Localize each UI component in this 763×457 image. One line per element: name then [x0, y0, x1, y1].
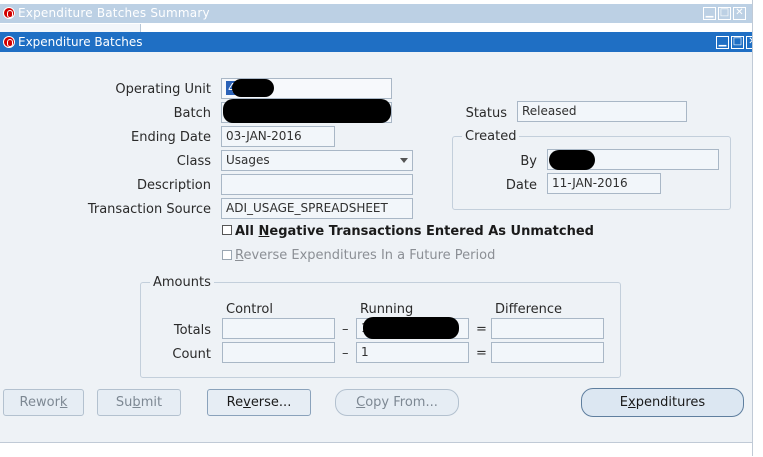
reverse-label-suffix: everse Expenditures In a Future Period	[243, 248, 496, 263]
class-select[interactable]: Usages	[221, 150, 413, 171]
amounts-group-label: Amounts	[150, 275, 214, 290]
reverse-accelerator: v	[243, 395, 251, 410]
oracle-logo-icon	[3, 36, 15, 48]
maximize-icon[interactable]: □	[718, 7, 731, 20]
reverse-label-prefix: Re	[226, 395, 244, 410]
redaction-mark	[363, 317, 459, 339]
expenditures-accelerator: x	[627, 395, 636, 410]
created-date-label: Date	[505, 178, 537, 193]
batch-label: Batch	[173, 106, 211, 121]
submit-label-prefix: Su	[115, 395, 133, 410]
close-icon[interactable]: ✕	[733, 7, 746, 20]
rework-label: Rewor	[19, 395, 60, 410]
submit-button[interactable]: Submit	[97, 389, 181, 416]
negative-transactions-label[interactable]: All Negative Transactions Entered As Unm…	[235, 224, 594, 239]
batch-window-title: Expenditure Batches	[18, 35, 143, 49]
created-group-label: Created	[462, 129, 520, 144]
negative-label-accelerator: N	[258, 224, 270, 239]
ending-date-field[interactable]: 03-JAN-2016	[221, 126, 335, 147]
negative-transactions-checkbox[interactable]	[222, 225, 232, 235]
minimize-icon[interactable]: ▁	[703, 7, 716, 20]
reverse-button[interactable]: Reverse...	[207, 389, 311, 416]
batch-window-titlebar[interactable]: Expenditure Batches ▁ □ ✕	[0, 32, 759, 52]
expenditures-label-prefix: E	[619, 395, 628, 410]
count-control-field[interactable]	[222, 342, 335, 363]
copy-from-label: opy From...	[365, 395, 438, 410]
count-running-field[interactable]: 1	[356, 342, 469, 363]
expenditures-label-suffix: penditures	[635, 395, 706, 410]
description-field[interactable]	[221, 174, 413, 195]
count-difference-field[interactable]	[491, 342, 604, 363]
redaction-mark	[549, 150, 595, 170]
status-field[interactable]: Released	[517, 101, 687, 122]
equals-operator: =	[476, 322, 487, 337]
created-by-label: By	[520, 154, 537, 169]
operating-unit-label: Operating Unit	[115, 82, 211, 97]
window-edge	[752, 0, 763, 456]
minus-operator: –	[342, 346, 349, 361]
control-column-header: Control	[226, 302, 273, 317]
difference-column-header: Difference	[495, 302, 563, 317]
summary-window-titlebar[interactable]: Expenditure Batches Summary ▁ □ ✕	[0, 4, 752, 23]
oracle-logo-icon	[3, 7, 15, 19]
description-label: Description	[136, 178, 211, 193]
totals-control-field[interactable]	[222, 318, 335, 339]
summary-window-title: Expenditure Batches Summary	[18, 6, 210, 20]
copy-from-button[interactable]: Copy From...	[335, 389, 459, 416]
submit-accelerator: b	[132, 395, 141, 410]
minus-operator: –	[342, 322, 349, 337]
rework-accelerator: k	[59, 395, 68, 410]
redaction-mark	[223, 99, 391, 123]
chevron-down-icon[interactable]	[400, 158, 408, 163]
status-bar	[0, 442, 752, 457]
running-column-header: Running	[360, 302, 414, 317]
count-label: Count	[172, 347, 211, 362]
class-value: Usages	[226, 153, 270, 167]
negative-label-suffix: egative Transactions Entered As Unmatche…	[269, 224, 594, 239]
totals-difference-field[interactable]	[491, 318, 604, 339]
maximize-icon[interactable]: □	[731, 36, 744, 49]
redaction-mark	[232, 79, 274, 97]
submit-label-suffix: mit	[140, 395, 163, 410]
minimize-icon[interactable]: ▁	[716, 36, 729, 49]
reverse-future-period-label[interactable]: Reverse Expenditures In a Future Period	[235, 248, 495, 263]
expenditures-button[interactable]: Expenditures	[581, 388, 744, 417]
transaction-source-field[interactable]: ADI_USAGE_SPREADSHEET	[221, 198, 413, 219]
copy-from-accelerator: C	[356, 395, 366, 410]
equals-operator: =	[476, 346, 487, 361]
created-date-field[interactable]: 11-JAN-2016	[547, 173, 661, 194]
class-label: Class	[176, 154, 211, 169]
transaction-source-label: Transaction Source	[87, 202, 211, 217]
ending-date-label: Ending Date	[130, 130, 211, 145]
totals-label: Totals	[173, 323, 211, 338]
reverse-future-period-checkbox[interactable]	[222, 250, 232, 260]
rework-button[interactable]: Rework	[3, 389, 84, 416]
negative-label-prefix: All	[235, 224, 259, 239]
reverse-label-suffix: erse...	[250, 395, 292, 410]
status-label: Status	[465, 106, 507, 121]
